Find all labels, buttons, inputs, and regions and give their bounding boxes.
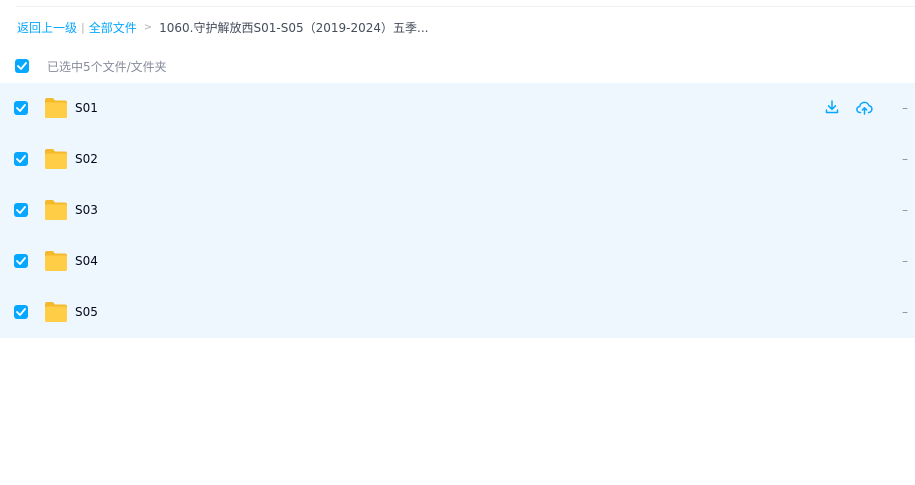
file-size: – — [902, 203, 908, 217]
row-actions — [823, 98, 873, 116]
file-row[interactable]: S01 – — [0, 83, 915, 134]
file-name[interactable]: S01 — [75, 100, 98, 116]
folder-icon — [45, 98, 67, 118]
file-size: – — [902, 254, 908, 268]
breadcrumb: 返回上一级 | 全部文件 > 1060.守护解放西S01-S05（2019-20… — [17, 18, 428, 36]
folder-icon — [45, 302, 67, 322]
folder-icon — [45, 149, 67, 169]
current-folder-title: 1060.守护解放西S01-S05（2019-2024）五季... — [159, 20, 429, 35]
row-checkbox[interactable] — [14, 305, 28, 319]
selection-bar: 已选中5个文件/文件夹 — [15, 57, 167, 75]
file-size: – — [902, 305, 908, 319]
checkmark-icon — [16, 257, 26, 265]
folder-icon — [45, 200, 67, 220]
select-all-checkbox[interactable] — [15, 59, 29, 73]
checkmark-icon — [17, 62, 27, 70]
file-size: – — [902, 152, 908, 166]
checkmark-icon — [16, 155, 26, 163]
file-row[interactable]: S03 – — [0, 185, 915, 236]
file-list: S01 – S02 – S03 – S04 – S05 – — [0, 83, 915, 338]
cloud-upload-icon — [855, 101, 873, 115]
folder-icon — [45, 251, 67, 271]
file-name[interactable]: S04 — [75, 253, 98, 269]
file-row[interactable]: S05 – — [0, 287, 915, 338]
checkmark-icon — [16, 308, 26, 316]
breadcrumb-arrow: > — [143, 21, 153, 33]
download-button[interactable] — [823, 98, 841, 116]
file-name[interactable]: S05 — [75, 304, 98, 320]
all-files-link[interactable]: 全部文件 — [89, 19, 137, 36]
selection-status: 已选中5个文件/文件夹 — [47, 59, 167, 74]
row-checkbox[interactable] — [14, 254, 28, 268]
breadcrumb-separator: | — [81, 20, 85, 34]
save-to-cloud-button[interactable] — [855, 98, 873, 116]
file-name[interactable]: S02 — [75, 151, 98, 167]
row-checkbox[interactable] — [14, 203, 28, 217]
back-link[interactable]: 返回上一级 — [17, 19, 77, 36]
file-size: – — [902, 101, 908, 115]
checkmark-icon — [16, 206, 26, 214]
download-icon — [825, 100, 839, 114]
file-row[interactable]: S04 – — [0, 236, 915, 287]
file-name[interactable]: S03 — [75, 202, 98, 218]
top-divider — [16, 6, 915, 7]
row-checkbox[interactable] — [14, 101, 28, 115]
row-checkbox[interactable] — [14, 152, 28, 166]
file-row[interactable]: S02 – — [0, 134, 915, 185]
checkmark-icon — [16, 104, 26, 112]
